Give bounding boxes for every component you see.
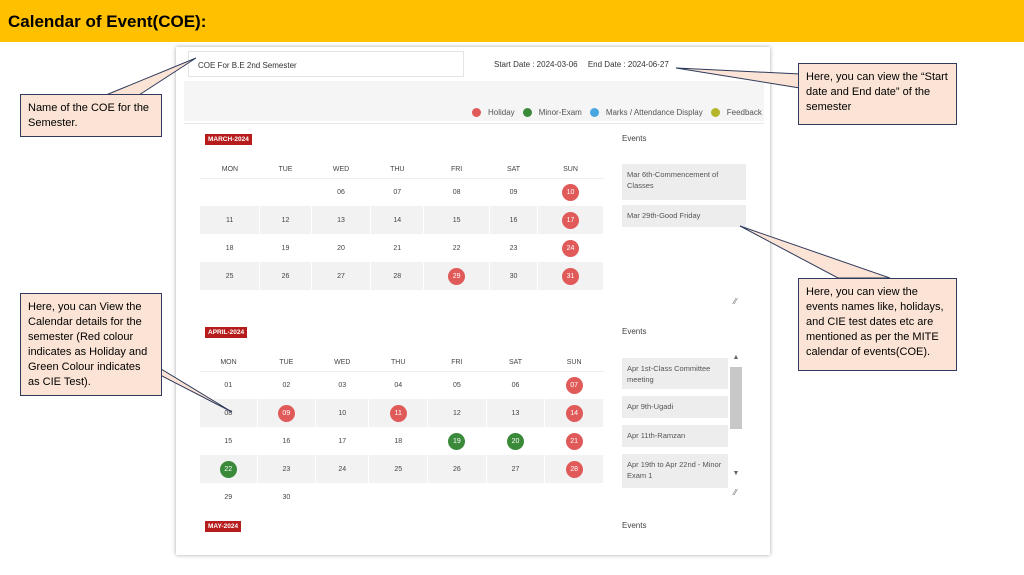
callout-dates: Here, you can view the “Start date and E… bbox=[798, 63, 957, 125]
callout-calendar: Here, you can View the Calendar details … bbox=[20, 293, 162, 396]
callout-events: Here, you can view the events names like… bbox=[798, 278, 957, 371]
callout-coe-name: Name of the COE for the Semester. bbox=[20, 94, 162, 137]
